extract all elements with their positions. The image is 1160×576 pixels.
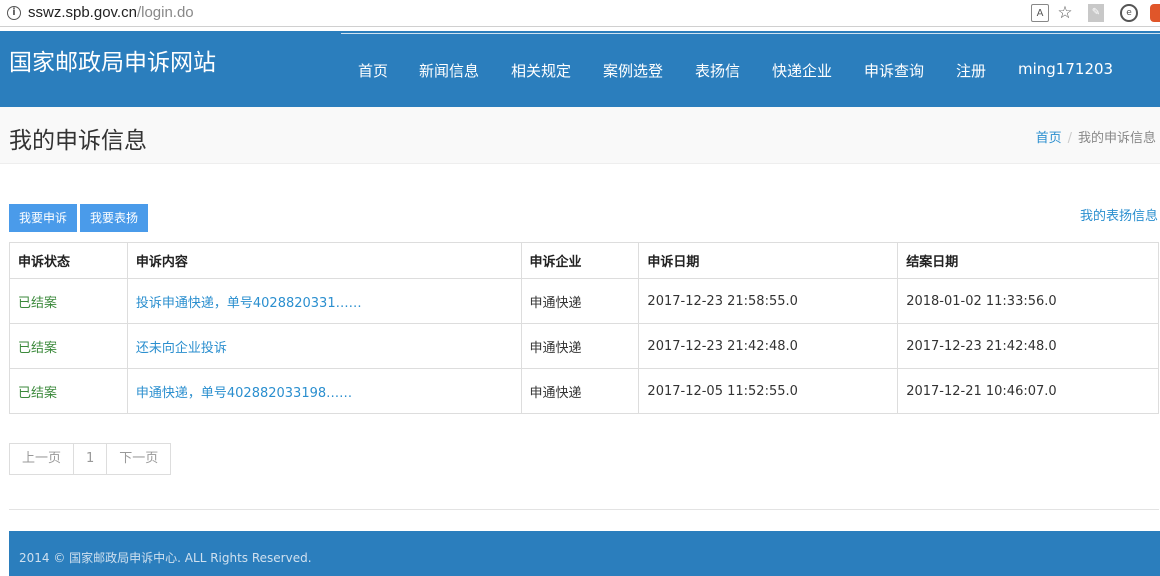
breadcrumb-separator: / [1067,131,1072,146]
complaints-table: 申诉状态 申诉内容 申诉企业 申诉日期 结案日期 已结案 投诉申通快递，单号40… [9,242,1159,414]
footer-copyright: 2014 © 国家邮政局申诉中心. ALL Rights Reserved. [19,551,312,565]
nav-item-register[interactable]: 注册 [956,60,986,81]
site-header: 国家邮政局申诉网站 首页 新闻信息 相关规定 案例选登 表扬信 快递企业 申诉查… [0,31,1160,107]
site-footer: 2014 © 国家邮政局申诉中心. ALL Rights Reserved. [9,531,1160,576]
content-cell: 还未向企业投诉 [126,323,522,369]
content-cell: 投诉申通快递，单号4028820331…… [126,278,522,324]
url-host: sswz.spb.gov.cn [28,4,137,21]
status-cell: 已结案 [9,323,128,369]
column-header-closed-date: 结案日期 [897,242,1159,279]
my-praise-info-link[interactable]: 我的表扬信息 [1080,205,1158,224]
complaint-content-link[interactable]: 申通快递，单号402882033198…… [136,386,352,401]
nav-item-regulations[interactable]: 相关规定 [511,60,571,81]
closed-date-cell: 2017-12-21 10:46:07.0 [897,368,1159,414]
url-field[interactable]: sswz.spb.gov.cn/login.do [28,4,194,21]
column-header-content: 申诉内容 [126,242,522,279]
site-brand[interactable]: 国家邮政局申诉网站 [9,43,216,77]
breadcrumb-current: 我的申诉信息 [1077,131,1156,146]
closed-date-cell: 2017-12-23 21:42:48.0 [897,323,1159,369]
company-cell: 申通快递 [520,323,640,369]
info-icon[interactable]: i [7,6,21,20]
content-divider [9,509,1159,510]
table-row: 已结案 还未向企业投诉 申通快递 2017-12-23 21:42:48.0 2… [9,323,1159,369]
date-cell: 2017-12-23 21:58:55.0 [638,278,899,324]
nav-item-home[interactable]: 首页 [358,60,388,81]
nav-item-complaint-query[interactable]: 申诉查询 [864,60,924,81]
company-cell: 申通快递 [520,368,640,414]
breadcrumb: 首页 / 我的申诉信息 [1036,127,1156,146]
page-number-button[interactable]: 1 [74,444,108,474]
extension-icon[interactable]: e [1120,4,1138,22]
browser-address-bar: i sswz.spb.gov.cn/login.do A ☆ ✎ e [0,0,1160,27]
table-row: 已结案 投诉申通快递，单号4028820331…… 申通快递 2017-12-2… [9,278,1159,324]
nav-item-cases[interactable]: 案例选登 [603,60,663,81]
star-icon[interactable]: ☆ [1056,4,1074,22]
date-cell: 2017-12-23 21:42:48.0 [638,323,899,369]
page-title: 我的申诉信息 [9,128,147,154]
nav-item-praise-letters[interactable]: 表扬信 [695,60,740,81]
prev-page-button[interactable]: 上一页 [10,444,75,474]
pdf-icon[interactable]: ✎ [1088,4,1104,22]
url-path: /login.do [136,4,194,21]
company-cell: 申通快递 [520,278,640,324]
pagination: 上一页 1 下一页 [9,443,172,475]
complaint-content-link[interactable]: 投诉申通快递，单号4028820331…… [136,296,362,311]
table-header-row: 申诉状态 申诉内容 申诉企业 申诉日期 结案日期 [9,242,1159,279]
breadcrumb-home[interactable]: 首页 [1036,131,1062,146]
status-cell: 已结案 [9,278,128,324]
table-row: 已结案 申通快递，单号402882033198…… 申通快递 2017-12-0… [9,368,1159,414]
column-header-company: 申诉企业 [520,242,640,279]
give-praise-button[interactable]: 我要表扬 [80,204,148,232]
extension-icon-2[interactable] [1150,4,1160,22]
next-page-button[interactable]: 下一页 [107,444,170,474]
content-cell: 申通快递，单号402882033198…… [126,368,522,414]
file-complaint-button[interactable]: 我要申诉 [9,204,77,232]
complaint-content-link[interactable]: 还未向企业投诉 [136,341,227,356]
nav-item-express-companies[interactable]: 快递企业 [772,60,832,81]
header-divider [341,33,1160,34]
date-cell: 2017-12-05 11:52:55.0 [638,368,899,414]
nav-item-user[interactable]: ming171203 [1018,60,1113,78]
column-header-status: 申诉状态 [9,242,128,279]
status-cell: 已结案 [9,368,128,414]
nav-item-news[interactable]: 新闻信息 [419,60,479,81]
page-title-bar: 我的申诉信息 首页 / 我的申诉信息 [0,107,1160,164]
closed-date-cell: 2018-01-02 11:33:56.0 [897,278,1159,324]
column-header-date: 申诉日期 [638,242,899,279]
translate-icon[interactable]: A [1031,4,1049,22]
